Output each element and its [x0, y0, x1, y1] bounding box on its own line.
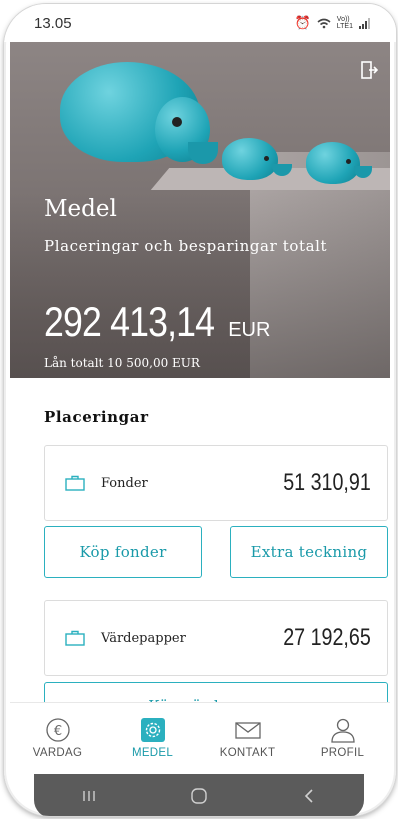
- tab-label: KONTAKT: [219, 747, 276, 759]
- svg-text:€: €: [53, 724, 61, 739]
- elephant-large-icon: [60, 62, 218, 172]
- placements-section: Placeringar Fonder 51 310,91 Köp fonder …: [10, 378, 390, 722]
- status-bar: 13.05 ⏰ Vo)) LTE1: [4, 4, 396, 42]
- euro-coin-icon: €: [45, 718, 70, 742]
- tab-kontakt[interactable]: KONTAKT: [200, 703, 295, 774]
- system-nav-bar: [34, 774, 364, 816]
- total-amount-row: 292 413,14 EUR: [44, 298, 270, 346]
- home-button[interactable]: [184, 784, 214, 808]
- total-amount: 292 413,14: [44, 298, 215, 345]
- loan-total: Lån totalt 10 500,00 EUR: [44, 356, 200, 370]
- back-button[interactable]: [294, 784, 324, 808]
- lte-label: Vo)) LTE1: [336, 16, 353, 30]
- status-time: 13.05: [34, 14, 72, 32]
- tab-medel[interactable]: MEDEL: [105, 703, 200, 774]
- home-icon: [191, 788, 207, 804]
- extra-subscription-button[interactable]: Extra teckning: [230, 526, 388, 578]
- person-icon: [330, 718, 355, 743]
- holding-label: Värdepapper: [101, 630, 186, 646]
- total-currency: EUR: [228, 319, 271, 341]
- holding-card-funds[interactable]: Fonder 51 310,91: [44, 445, 388, 521]
- tab-profil[interactable]: PROFIL: [295, 703, 390, 774]
- holding-card-securities[interactable]: Värdepapper 27 192,65: [44, 600, 388, 676]
- section-title: Placeringar: [44, 408, 149, 426]
- briefcase-icon: [65, 630, 85, 646]
- hero-banner: Medel Placeringar och besparingar totalt…: [10, 42, 390, 378]
- tab-label: PROFIL: [320, 747, 365, 759]
- back-icon: [304, 789, 313, 803]
- bottom-tab-bar: € VARDAG MEDEL KONTAKT PROFIL: [10, 702, 390, 774]
- recent-apps-button[interactable]: [74, 784, 104, 808]
- holding-label: Fonder: [101, 475, 148, 491]
- holding-value: 51 310,91: [283, 469, 371, 496]
- tab-label: MEDEL: [131, 747, 174, 759]
- recent-apps-icon: [83, 791, 95, 801]
- elephant-small-icon: [306, 142, 372, 184]
- tab-vardag[interactable]: € VARDAG: [10, 703, 105, 774]
- page-title: Medel: [44, 196, 117, 222]
- logout-icon[interactable]: [360, 60, 378, 80]
- tab-label: VARDAG: [32, 747, 83, 759]
- elephant-small-icon: [222, 138, 292, 182]
- phone-screen: 13.05 ⏰ Vo)) LTE1 Medel Placeringar och …: [4, 4, 396, 816]
- holding-value: 27 192,65: [283, 624, 371, 651]
- savings-gear-icon: [140, 718, 165, 742]
- status-icons: ⏰ Vo)) LTE1: [295, 15, 370, 31]
- page-subtitle: Placeringar och besparingar totalt: [44, 237, 328, 255]
- briefcase-icon: [65, 475, 85, 491]
- signal-icon: [359, 17, 370, 29]
- alarm-icon: ⏰: [294, 15, 311, 30]
- wifi-icon: [317, 18, 331, 28]
- buy-funds-button[interactable]: Köp fonder: [44, 526, 202, 578]
- envelope-icon: [234, 722, 261, 739]
